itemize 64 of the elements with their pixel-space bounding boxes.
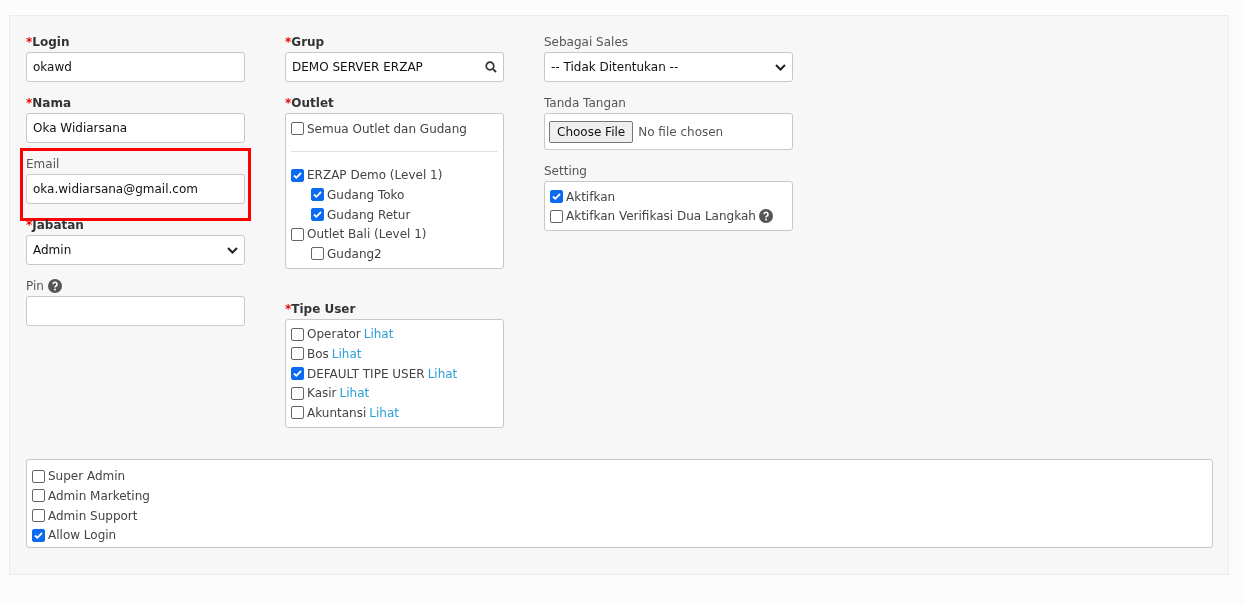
- checkbox-label: Semua Outlet dan Gudang: [307, 121, 467, 136]
- text-field[interactable]: okawd: [26, 52, 245, 82]
- checkbox-label: Super Admin: [48, 469, 126, 484]
- checkbox-label: Kasir: [307, 386, 337, 401]
- checkbox-label: Bos: [307, 346, 329, 361]
- checkbox[interactable]: [291, 347, 304, 361]
- field-label: Sebagai Sales: [544, 35, 629, 49]
- required-mark: *: [285, 301, 292, 316]
- checkbox[interactable]: [311, 247, 324, 261]
- required-mark: *: [285, 96, 292, 110]
- text-field[interactable]: Oka Widiarsana: [26, 113, 245, 143]
- checkbox[interactable]: [32, 469, 45, 483]
- checkbox[interactable]: [291, 168, 304, 182]
- text-field[interactable]: [26, 296, 245, 326]
- checkbox-label: ERZAP Demo (Level 1): [307, 168, 443, 183]
- field-label: Setting: [544, 164, 587, 178]
- select-field[interactable]: Admin: [26, 235, 245, 265]
- checkbox[interactable]: [291, 227, 304, 241]
- required-mark: *: [26, 96, 33, 110]
- checkbox[interactable]: [291, 406, 304, 420]
- field-label: Email: [26, 157, 60, 171]
- checkbox-label: Outlet Bali (Level 1): [307, 227, 427, 242]
- field-label: Pin: [26, 279, 44, 293]
- checkbox-label: Admin Marketing: [48, 488, 150, 503]
- checkbox[interactable]: [32, 528, 45, 542]
- text-field[interactable]: oka.widiarsana@gmail.com: [26, 174, 245, 204]
- checkbox[interactable]: [32, 489, 45, 503]
- checkbox[interactable]: [311, 208, 324, 222]
- checkbox-label: Allow Login: [48, 528, 117, 543]
- field-label: Tanda Tangan: [544, 96, 626, 110]
- field-label: Nama: [32, 96, 72, 110]
- checkbox-label: Akuntansi: [307, 405, 367, 420]
- checkbox-label: Aktifkan: [566, 189, 616, 204]
- checkbox[interactable]: [291, 327, 304, 341]
- choose-file-button[interactable]: Choose File: [549, 120, 634, 143]
- search-icon[interactable]: [485, 61, 497, 73]
- checkbox[interactable]: [550, 209, 563, 223]
- checkbox[interactable]: [311, 188, 324, 202]
- checkbox[interactable]: [550, 190, 563, 204]
- field-label: Jabatan: [32, 218, 84, 232]
- checkbox-label: Aktifkan Verifikasi Dua Langkah: [566, 209, 756, 224]
- checkbox-label: Operator: [307, 327, 361, 342]
- help-icon[interactable]: [47, 279, 62, 293]
- chevron-down-icon: [775, 63, 786, 71]
- checkbox-label: Gudang Toko: [327, 188, 405, 202]
- checkbox-label: Admin Support: [48, 508, 138, 523]
- file-status: No file chosen: [638, 124, 724, 139]
- checkbox-label: Gudang2: [327, 246, 382, 261]
- field-label: Outlet: [291, 96, 334, 110]
- checkbox[interactable]: [32, 509, 45, 522]
- required-mark: *: [26, 35, 33, 49]
- required-mark: *: [285, 35, 292, 49]
- chevron-down-icon: [227, 246, 238, 254]
- checkbox-label: DEFAULT TIPE USER: [307, 366, 425, 381]
- help-icon[interactable]: [758, 209, 773, 224]
- field-label: Tipe User: [291, 301, 356, 316]
- checkbox[interactable]: [291, 367, 304, 381]
- select-field[interactable]: -- Tidak Ditentukan --: [544, 52, 793, 82]
- search-field[interactable]: DEMO SERVER ERZAP: [285, 52, 504, 82]
- checkbox[interactable]: [291, 122, 304, 136]
- field-label: Grup: [291, 35, 325, 49]
- checkbox[interactable]: [291, 386, 304, 400]
- field-label: Login: [32, 35, 70, 49]
- checkbox-label: Gudang Retur: [327, 207, 411, 222]
